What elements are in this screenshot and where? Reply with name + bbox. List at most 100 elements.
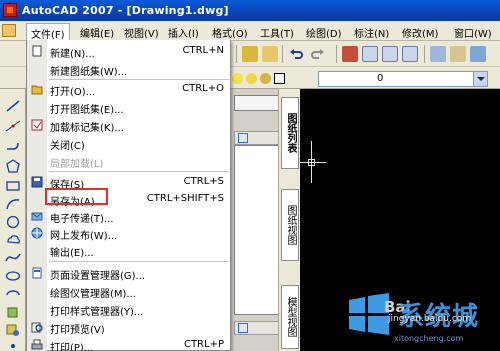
chevron-down-icon[interactable] — [473, 72, 487, 86]
menu-item-shortcut: CTRL+O — [182, 83, 224, 94]
layer-dropdown[interactable]: 0 — [318, 71, 488, 87]
toolbar-separator — [424, 45, 425, 63]
tool-palettes-icon[interactable] — [470, 46, 486, 62]
watermark-site: xitongcheng.com — [394, 334, 464, 343]
spline-icon[interactable] — [5, 251, 21, 265]
menu-item-label: 输出(E)... — [50, 248, 94, 259]
point-icon[interactable] — [5, 339, 21, 351]
menu-item-label: 加载标记集(K)... — [50, 123, 124, 134]
toolbar-separator — [282, 45, 283, 63]
color-swatch-icon[interactable] — [274, 73, 285, 84]
menu-item-publish-web[interactable]: 网上发布(W)... — [27, 225, 232, 242]
menu-item-close[interactable]: 关闭(C) — [27, 135, 232, 152]
menu-item-new-sheet-set[interactable]: 新建图纸集(W)... — [27, 61, 232, 78]
lock-icon[interactable] — [260, 73, 271, 84]
menu-item-label: 局部加载(L) — [50, 159, 104, 170]
save-as-highlight-box — [45, 188, 108, 205]
lightbulb-icon[interactable] — [232, 73, 243, 84]
make-block-icon[interactable] — [5, 323, 21, 337]
menu-item-open[interactable]: 打开(O)... CTRL+O — [27, 81, 232, 98]
etransmit-icon — [31, 210, 43, 222]
menu-draw[interactable]: 绘图(D) — [302, 23, 346, 40]
menu-bar: 文件(F) 编辑(E) 视图(V) 插入(I) 格式(O) 工具(T) 绘图(D… — [0, 21, 500, 42]
menu-separator — [49, 171, 229, 172]
undo-icon[interactable] — [288, 46, 304, 62]
menu-item-label: 绘图仪管理器(M)... — [50, 289, 136, 300]
menu-item-export[interactable]: 输出(E)... — [27, 242, 232, 259]
insert-block-icon[interactable] — [5, 305, 21, 319]
polygon-icon[interactable] — [5, 159, 21, 173]
menu-item-load-markup[interactable]: 加载标记集(K)... — [27, 117, 232, 134]
zoom-window-icon[interactable] — [382, 46, 398, 62]
menu-edit[interactable]: 编辑(E) — [76, 23, 118, 40]
markup-icon — [31, 119, 43, 131]
section-icon — [238, 323, 248, 333]
properties-icon[interactable] — [430, 46, 446, 62]
menu-item-print-preview[interactable]: 打印预览(V) — [27, 319, 232, 336]
menu-view[interactable]: 视图(V) — [120, 23, 163, 40]
page-setup-icon — [31, 267, 43, 279]
print-preview-icon — [31, 321, 43, 333]
menu-item-shortcut: CTRL+SHIFT+S — [146, 193, 224, 204]
toolbar-separator — [236, 45, 237, 63]
ellipse-arc-icon[interactable] — [5, 287, 21, 301]
zoom-realtime-icon[interactable] — [362, 46, 378, 62]
ellipse-icon[interactable] — [5, 269, 21, 283]
zoom-previous-icon[interactable] — [402, 46, 418, 62]
title-bar: AutoCAD 2007 - [Drawing1.dwg] — [0, 0, 500, 21]
open-folder-icon — [31, 83, 43, 95]
circle-icon[interactable] — [5, 215, 21, 229]
menu-separator — [49, 261, 229, 262]
tab-model-views[interactable]: 模型视图 — [281, 285, 299, 349]
sun-icon[interactable] — [246, 73, 257, 84]
construction-line-icon[interactable] — [5, 119, 21, 133]
menu-item-label: 打开图纸集(E)... — [50, 105, 124, 116]
brush-icon[interactable] — [262, 46, 278, 62]
menu-item-shortcut: CTRL+P — [183, 339, 224, 350]
menu-item-open-sheet-set[interactable]: 打开图纸集(E)... — [27, 99, 232, 116]
menu-separator — [49, 79, 229, 80]
menu-item-print[interactable]: 打印(P)... CTRL+P — [27, 337, 232, 351]
match-properties-icon[interactable] — [242, 46, 258, 62]
menu-item-label: 关闭(C) — [50, 141, 85, 152]
menu-item-label: 打印预览(V) — [50, 325, 105, 336]
redo-icon[interactable] — [310, 46, 326, 62]
menu-modify[interactable]: 修改(M) — [398, 23, 442, 40]
menu-dimension[interactable]: 标注(N) — [350, 23, 393, 40]
new-file-icon — [31, 45, 43, 57]
document-icon[interactable] — [2, 24, 16, 37]
menu-item-plotter-manager[interactable]: 绘图仪管理器(M)... — [27, 283, 232, 300]
autocad-app-icon[interactable] — [3, 3, 17, 17]
watermark-jingyan: jingyan.baidu.com — [388, 314, 472, 324]
pan-icon[interactable] — [342, 46, 358, 62]
menu-item-label: 新建(N)... — [50, 49, 95, 60]
design-center-icon[interactable] — [450, 46, 466, 62]
tab-sheet-list[interactable]: 图纸列表 — [281, 97, 299, 169]
menu-item-label: 打印(P)... — [50, 343, 94, 351]
menu-window[interactable]: 窗口(W) — [450, 23, 496, 40]
tab-sheet-views[interactable]: 图纸视图 — [281, 189, 299, 261]
line-icon[interactable] — [5, 99, 21, 113]
toolbar-separator — [336, 45, 337, 63]
menu-item-plot-style-manager[interactable]: 打印样式管理器(Y)... — [27, 301, 232, 318]
polyline-icon[interactable] — [5, 139, 21, 153]
menu-item-etransmit[interactable]: 电子传递(T)... — [27, 208, 232, 225]
menu-item-new[interactable]: 新建(N)... CTRL+N — [27, 43, 232, 60]
rectangle-icon[interactable] — [5, 179, 21, 193]
arc-icon[interactable] — [5, 197, 21, 211]
menu-item-label: 网上发布(W)... — [50, 231, 118, 242]
menu-insert[interactable]: 插入(I) — [164, 23, 203, 40]
publish-web-icon — [31, 227, 43, 239]
menu-item-label: 打印样式管理器(Y)... — [50, 307, 144, 318]
section-icon — [238, 133, 248, 143]
menu-item-label: 打开(O)... — [50, 87, 96, 98]
menu-item-page-setup[interactable]: 页面设置管理器(G)... — [27, 265, 232, 282]
window-title: AutoCAD 2007 - [Drawing1.dwg] — [22, 4, 229, 17]
crosshair-pickbox — [308, 159, 315, 166]
menu-format[interactable]: 格式(O) — [208, 23, 252, 40]
menu-item-shortcut: CTRL+S — [183, 176, 224, 187]
revision-cloud-icon[interactable] — [5, 233, 21, 247]
current-layer-value: 0 — [377, 73, 384, 84]
menu-tools[interactable]: 工具(T) — [256, 23, 298, 40]
menu-item-shortcut: CTRL+N — [182, 45, 224, 56]
